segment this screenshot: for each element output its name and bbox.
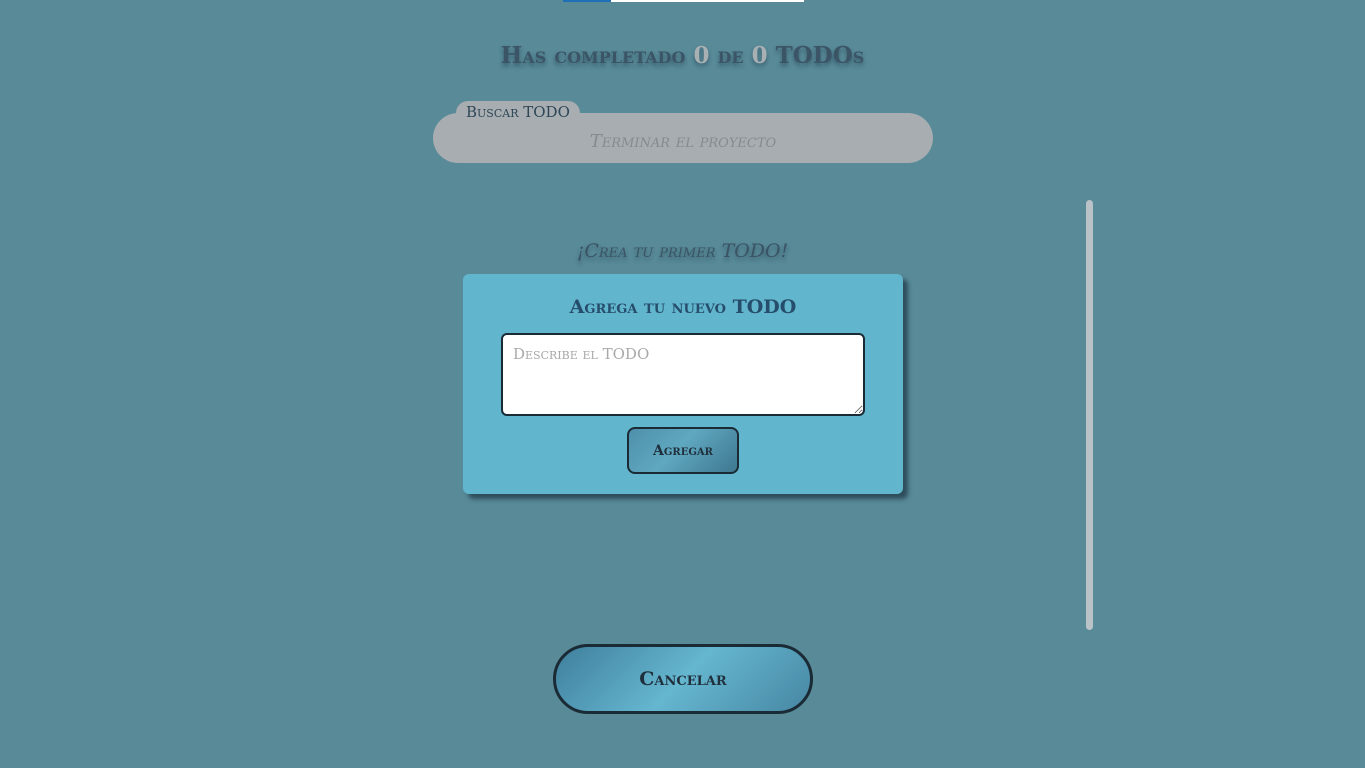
counter-total: 0	[751, 42, 768, 69]
list-scrollbar[interactable]	[1086, 200, 1093, 630]
search-label: Buscar TODO	[456, 101, 580, 125]
progress-bar	[563, 0, 804, 2]
counter-suffix: TODOs	[775, 42, 865, 69]
new-todo-modal: Agrega tu nuevo TODO Agregar	[463, 274, 903, 494]
counter-completed: 0	[693, 42, 710, 69]
counter-middle: de	[717, 42, 744, 69]
counter-prefix: Has completado	[500, 42, 686, 69]
add-todo-button[interactable]: Agregar	[627, 427, 739, 474]
cancel-button[interactable]: Cancelar	[553, 644, 813, 714]
modal-title: Agrega tu nuevo TODO	[569, 296, 797, 318]
todo-description-field[interactable]	[501, 333, 865, 416]
todo-counter: Has completado 0 de 0 TODOs	[0, 42, 1365, 69]
search-box: Buscar TODO	[433, 101, 933, 163]
progress-bar-fill	[563, 0, 612, 2]
empty-list-message: ¡Crea tu primer TODO!	[576, 240, 789, 262]
